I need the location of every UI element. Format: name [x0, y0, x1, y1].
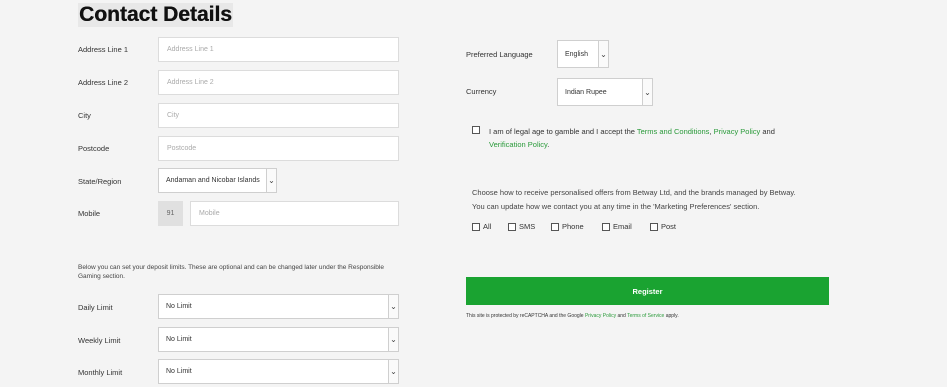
terms-checkbox[interactable] — [472, 126, 480, 134]
chevron-down-icon: ⌄ — [388, 295, 398, 318]
address-line2-label: Address Line 2 — [78, 78, 129, 87]
chevron-down-icon: ⌄ — [388, 328, 398, 351]
privacy-link[interactable]: Privacy Policy — [714, 127, 761, 136]
terms-end: . — [547, 140, 550, 149]
postcode-input[interactable]: Postcode — [158, 136, 399, 161]
recaptcha-notice: This site is protected by reCAPTCHA and … — [466, 313, 679, 319]
recaptcha-after: apply. — [664, 313, 679, 319]
page-title: Contact Details — [78, 3, 233, 27]
chevron-down-icon: ⌄ — [388, 360, 398, 383]
city-input[interactable]: City — [158, 103, 399, 128]
marketing-line2: You can update how we contact you at any… — [472, 202, 760, 211]
verification-link[interactable]: Verification Policy — [489, 140, 547, 149]
sms-checkbox[interactable] — [508, 222, 516, 231]
recaptcha-terms-link[interactable]: Terms of Service — [627, 313, 664, 319]
marketing-text: Choose how to receive personalised offer… — [472, 186, 832, 214]
currency-select[interactable]: Indian Rupee ⌄ — [557, 78, 653, 106]
weekly-limit-value: No Limit — [166, 336, 192, 343]
marketing-option-sms[interactable]: SMS — [508, 222, 535, 231]
daily-limit-value: No Limit — [166, 303, 192, 310]
region-label: State/Region — [78, 177, 122, 186]
weekly-limit-label: Weekly Limit — [78, 336, 121, 345]
option-label: SMS — [519, 222, 536, 231]
monthly-limit-select[interactable]: No Limit ⌄ — [158, 359, 399, 384]
terms-text: I am of legal age to gamble and I accept… — [489, 125, 809, 151]
language-label: Preferred Language — [466, 50, 533, 59]
recaptcha-before: This site is protected by reCAPTCHA and … — [466, 313, 585, 319]
daily-limit-select[interactable]: No Limit ⌄ — [158, 294, 399, 319]
currency-label: Currency — [466, 87, 497, 96]
recaptcha-and: and — [616, 313, 628, 319]
address-line1-label: Address Line 1 — [78, 45, 129, 54]
language-select[interactable]: English ⌄ — [557, 40, 609, 68]
address-line1-input[interactable]: Address Line 1 — [158, 37, 399, 62]
recaptcha-privacy-link[interactable]: Privacy Policy — [585, 313, 616, 319]
monthly-limit-value: No Limit — [166, 368, 192, 375]
currency-value: Indian Rupee — [565, 88, 607, 96]
language-value: English — [565, 50, 588, 58]
register-button[interactable]: Register — [466, 277, 829, 305]
email-checkbox[interactable] — [602, 222, 610, 231]
postcode-label: Postcode — [78, 144, 110, 153]
marketing-option-post[interactable]: Post — [650, 222, 676, 231]
monthly-limit-label: Monthly Limit — [78, 368, 123, 377]
terms-text-before: I am of legal age to gamble and I accept… — [489, 127, 637, 136]
option-label: Post — [661, 222, 677, 231]
post-checkbox[interactable] — [650, 222, 658, 231]
chevron-down-icon: ⌄ — [598, 41, 608, 67]
chevron-down-icon: ⌄ — [642, 79, 652, 105]
city-label: City — [78, 111, 91, 120]
region-select-value: Andaman and Nicobar Islands — [166, 177, 260, 184]
option-label: All — [483, 222, 492, 231]
mobile-prefix: 91 — [158, 201, 183, 226]
option-label: Phone — [562, 222, 584, 231]
all-checkbox[interactable] — [472, 222, 480, 231]
mobile-label: Mobile — [78, 209, 101, 218]
mobile-input[interactable]: Mobile — [190, 201, 399, 226]
option-label: Email — [613, 222, 632, 231]
chevron-down-icon: ⌄ — [266, 169, 276, 192]
address-line2-input[interactable]: Address Line 2 — [158, 70, 399, 95]
terms-link[interactable]: Terms and Conditions — [637, 127, 710, 136]
region-select[interactable]: Andaman and Nicobar Islands ⌄ — [158, 168, 277, 193]
terms-and: and — [760, 127, 775, 136]
marketing-option-phone[interactable]: Phone — [551, 222, 584, 231]
marketing-option-email[interactable]: Email — [602, 222, 632, 231]
daily-limit-label: Daily Limit — [78, 303, 113, 312]
weekly-limit-select[interactable]: No Limit ⌄ — [158, 327, 399, 352]
deposit-limits-note: Below you can set your deposit limits. T… — [78, 264, 384, 280]
marketing-option-all[interactable]: All — [472, 222, 491, 231]
marketing-line1: Choose how to receive personalised offer… — [472, 188, 796, 197]
phone-checkbox[interactable] — [551, 222, 559, 231]
